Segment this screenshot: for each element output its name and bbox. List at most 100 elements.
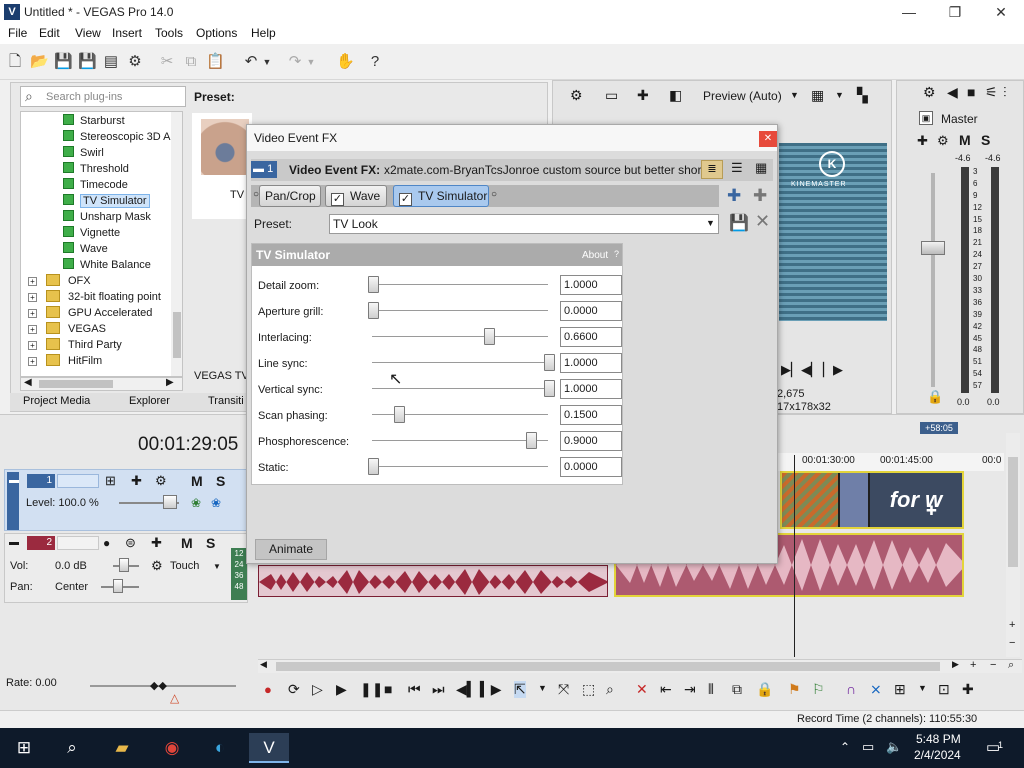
stop-icon[interactable]: ■ [384,681,392,697]
chevron-down-icon[interactable]: ▼ [790,90,799,100]
dim-icon[interactable]: ■ [967,84,975,100]
expand-icon[interactable]: + [28,309,37,318]
menu-view[interactable]: View [75,24,101,40]
mute-button[interactable]: M [959,132,971,148]
tree-folder-ofx[interactable]: + OFX [28,273,91,289]
volume-icon[interactable]: 🔈 [886,739,902,755]
chevron-up-icon[interactable]: ⌃ [840,740,850,754]
slider-thumb[interactable] [484,328,496,345]
new-icon[interactable]: 🗋 [6,53,24,71]
tree-item-threshold[interactable]: Threshold [63,161,129,177]
go-to-start-icon[interactable]: ⏮ [408,681,421,698]
tab-explorer[interactable]: Explorer [129,395,170,407]
paste-icon[interactable]: 📋 [206,53,225,71]
chain-item-pan-crop[interactable]: Pan/Crop [259,185,321,207]
lock-envelopes-icon[interactable]: 🔒 [756,681,773,698]
delete-icon[interactable]: ✕ [636,681,648,698]
envelope-tool-icon[interactable]: ⤧ [558,681,569,698]
menu-options[interactable]: Options [196,24,237,40]
split-icon[interactable]: ⫴ [708,681,714,698]
cut-icon[interactable]: ✂ [158,53,176,71]
slider-thumb[interactable] [368,276,379,293]
event-fx-toolbar-icon[interactable]: ✚ [962,681,974,698]
tree-item-timecode[interactable]: Timecode [63,177,128,193]
expand-track-icon[interactable]: ▬ [9,475,19,486]
tree-item-vignette[interactable]: Vignette [63,225,120,241]
lock-icon[interactable]: 🔒 [927,389,943,405]
play-from-start-icon[interactable]: ▷ [312,681,323,698]
tree-horizontal-scrollbar[interactable]: ◀ ▶ [20,377,183,391]
slider-thumb[interactable] [544,354,555,371]
value-input[interactable]: 1.0000 [560,353,622,373]
save-preset-icon[interactable]: 💾 [729,213,749,233]
chain-item-wave[interactable]: ✓ Wave [325,185,387,207]
tree-folder-hitfilm[interactable]: + HitFilm [28,353,102,369]
tree-item-wave[interactable]: Wave [63,241,108,257]
composite-icon[interactable]: ❀ [191,496,201,510]
chain-item-tv-simulator[interactable]: ✓ TV Simulator [393,185,489,207]
file-explorer-icon[interactable]: ▰ [102,733,142,763]
minimize-button[interactable]: — [886,0,932,24]
preview-quality-icon[interactable]: ◧ [669,87,682,104]
enable-checkbox[interactable]: ✓ [331,193,344,206]
tab-project-media[interactable]: Project Media [23,395,90,407]
maximize-button[interactable]: ❐ [932,0,978,24]
slider-thumb[interactable] [394,406,406,423]
prev-frame-icon[interactable]: ▶▏ [781,362,801,378]
tab-transitions[interactable]: Transiti [208,395,244,407]
event-fx-icon[interactable]: ✚ [926,503,937,519]
zoom-out-icon[interactable]: − [990,659,996,671]
copy-icon[interactable]: ⧉ [182,53,200,71]
save-as-icon[interactable]: 💾 [78,53,97,71]
play-icon[interactable]: ◀▏ [801,362,821,378]
mixer-icon[interactable]: ⚟ [985,84,998,101]
view-compact-icon[interactable]: ☰ [731,160,743,176]
video-track-header[interactable]: ▬ 1 ⊞ ✚ ⚙ M S Level: 100.0 % ❀ ❀ [4,469,248,531]
render-icon[interactable]: ▤ [102,53,120,71]
audio-track-header[interactable]: ▬ 2 ● ⊜ ✚ M S Vol: 0.0 dB ⚙ Touch ▼ Pan:… [4,533,248,603]
master-properties-icon[interactable]: ⚙ [923,84,936,101]
tree-item-swirl[interactable]: Swirl [63,145,104,161]
save-icon[interactable]: 💾 [54,53,73,71]
remove-plugin-icon[interactable]: ✚ [753,186,767,206]
chevron-down-icon[interactable]: ▼ [538,683,547,693]
track-fx-icon[interactable]: ✚ [151,535,162,551]
track-zoom-out-icon[interactable]: − [1009,637,1015,649]
track-fx-icon[interactable]: ⚙ [155,473,167,489]
enable-snapping-icon[interactable]: ✋ [336,53,355,71]
value-input[interactable]: 0.0000 [560,457,622,477]
plugin-chain-icon[interactable]: ✚ [727,186,741,206]
preview-quality-dropdown[interactable]: Preview (Auto) [703,89,782,103]
track-name-field[interactable] [57,536,99,550]
fx-icon[interactable]: ⚙ [937,133,949,149]
time-ruler[interactable]: 00:01:30:00 00:01:45:00 00:0 [778,453,1004,471]
search-input[interactable]: Search plug-ins [46,91,122,103]
compositing-mode-icon[interactable]: ⊞ [105,473,116,489]
enable-checkbox[interactable]: ✓ [399,193,412,206]
search-plugins-box[interactable]: ⌕ Search plug-ins [20,86,186,107]
slider-thumb[interactable] [368,302,379,319]
expand-icon[interactable]: + [28,277,37,286]
tree-item-white-balance[interactable]: White Balance [63,257,151,273]
normal-edit-tool-icon[interactable]: ⇱ [514,681,526,698]
network-icon[interactable]: ▭ [862,739,874,755]
value-input[interactable]: 1.0000 [560,275,622,295]
automation-mode[interactable]: Touch [170,560,199,572]
split-screen-icon[interactable]: ✚ [637,87,649,104]
mute-button[interactable]: M [191,473,203,489]
expand-track-icon[interactable]: ▬ [9,537,19,548]
marker-icon[interactable]: ⚑ [788,681,801,698]
playhead-cursor[interactable] [794,455,795,657]
loop-playback-icon[interactable]: ⟳ [288,681,300,698]
slider-thumb[interactable] [526,432,538,449]
value-input[interactable]: 0.1500 [560,405,622,425]
solo-button[interactable]: S [981,132,990,148]
level-slider-thumb[interactable] [163,495,177,509]
audio-event-left[interactable] [258,565,608,597]
view-list-icon[interactable]: ≣ [701,160,723,179]
slider-thumb[interactable] [544,380,555,397]
invert-phase-icon[interactable]: ⊜ [125,535,136,551]
volume-slider-thumb[interactable] [119,558,129,572]
value-input[interactable]: 0.6600 [560,327,622,347]
mute-button[interactable]: M [181,535,193,551]
